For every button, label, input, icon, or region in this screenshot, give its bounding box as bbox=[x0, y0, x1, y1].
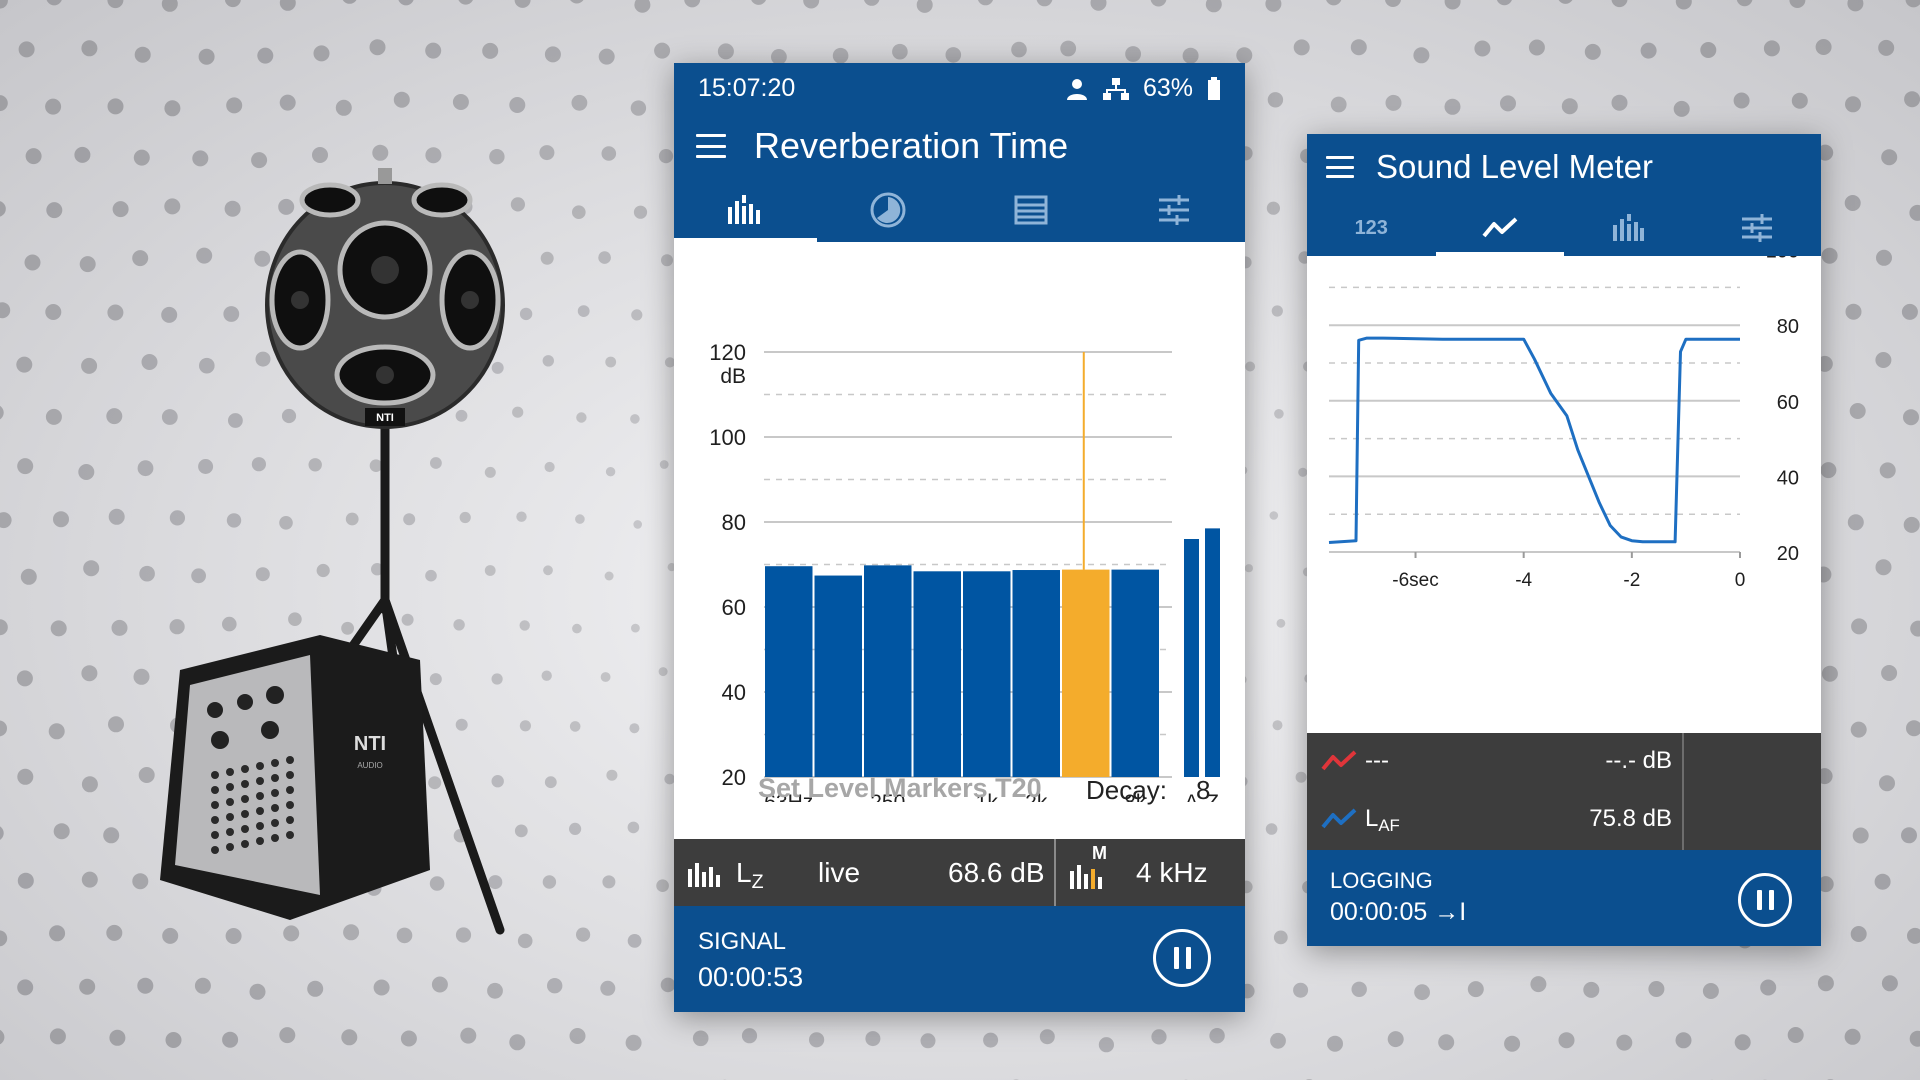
page-title: Reverberation Time bbox=[754, 125, 1069, 166]
y-tick-label: 80 bbox=[722, 510, 746, 535]
footer-label: LOGGING bbox=[1330, 868, 1433, 893]
marker-bars-icon[interactable] bbox=[1070, 861, 1102, 889]
menu-icon[interactable] bbox=[1326, 156, 1354, 178]
app-header: Sound Level Meter bbox=[1307, 134, 1821, 200]
footer-elapsed-time: 00:00:53 bbox=[698, 962, 804, 992]
battery-icon bbox=[1208, 76, 1220, 100]
status-time: 15:07:20 bbox=[698, 74, 796, 102]
power-amplifier: NTI AUDIO bbox=[160, 635, 430, 920]
readout-row[interactable]: --- --.- dB bbox=[1307, 733, 1682, 791]
readout-value: 75.8 dB bbox=[1589, 805, 1672, 832]
status-bar: 15:07:20 63% bbox=[674, 63, 1245, 114]
readout-name: LAF bbox=[1365, 805, 1400, 836]
level-bars-icon bbox=[688, 863, 720, 887]
y-tick-label: 20 bbox=[722, 765, 746, 790]
set-level-markers-label[interactable]: Set Level Markers T20 bbox=[758, 773, 1042, 804]
spectrum-bar bbox=[1012, 570, 1060, 777]
y-tick-label: 60 bbox=[1777, 392, 1799, 414]
tab-settings[interactable] bbox=[1102, 178, 1245, 242]
spectrum-bar bbox=[963, 571, 1011, 777]
divider bbox=[1054, 839, 1056, 906]
time-history-icon bbox=[1482, 217, 1518, 238]
decay-circle-icon bbox=[870, 192, 906, 228]
pause-button[interactable] bbox=[1153, 929, 1211, 987]
reverberation-time-panel: 15:07:20 63% Reverberation Time 20 40 60 80… bbox=[674, 63, 1245, 1012]
tab-numeric[interactable]: 123 bbox=[1307, 200, 1436, 256]
y-tick-label: 40 bbox=[1777, 467, 1799, 489]
y-tick-label: 20 bbox=[1777, 543, 1799, 565]
sliders-settings-icon bbox=[1158, 195, 1189, 225]
weighting-bar bbox=[1184, 539, 1199, 777]
amplifier-logo: NTI bbox=[354, 733, 386, 755]
sliders-settings-icon bbox=[1741, 214, 1772, 242]
user-icon bbox=[1066, 78, 1087, 100]
live-level-value: 68.6 dB bbox=[948, 857, 1045, 888]
trace-blue-icon bbox=[1321, 808, 1357, 829]
tab-decay[interactable] bbox=[817, 178, 960, 242]
x-tick-label: -6sec bbox=[1392, 570, 1438, 591]
decay-value[interactable]: 8 bbox=[1196, 775, 1210, 806]
weighting-bar bbox=[1205, 528, 1220, 777]
tab-table[interactable] bbox=[960, 178, 1103, 242]
readout-list: --- --.- dB LAF 75.8 dB bbox=[1307, 733, 1821, 850]
marker-frequency: 4 kHz bbox=[1136, 857, 1208, 888]
readout-value: --.- dB bbox=[1605, 747, 1672, 774]
spectrum-chart: 20406080100120dB63Hz2501k2k8kAZ bbox=[709, 340, 1220, 802]
y-tick-label: 60 bbox=[722, 595, 746, 620]
spectrum-bar bbox=[1111, 569, 1159, 777]
live-level-bar: LZ live 68.6 dB M 4 kHz bbox=[674, 839, 1245, 906]
app-header: Reverberation Time bbox=[674, 114, 1245, 178]
logging-footer: LOGGING 00:00:05 →I bbox=[1307, 850, 1821, 946]
time-history-chart: 20406080100120dB-6sec-4-20 bbox=[1328, 256, 1799, 591]
live-mode: live bbox=[818, 857, 861, 888]
decay-label: Decay: bbox=[1086, 775, 1167, 805]
x-tick-label: -4 bbox=[1515, 570, 1532, 591]
numeric-icon: 123 bbox=[1354, 216, 1388, 239]
tab-time-history[interactable] bbox=[1435, 200, 1565, 256]
spectrum-bar bbox=[913, 571, 961, 777]
bar-spectrum-icon bbox=[728, 195, 761, 224]
battery-percent: 63% bbox=[1142, 74, 1193, 102]
spectrum-bar bbox=[814, 575, 862, 777]
live-quantity[interactable]: LZ bbox=[736, 857, 764, 894]
readout-row[interactable]: LAF 75.8 dB bbox=[1307, 791, 1682, 849]
tab-settings[interactable] bbox=[1693, 200, 1822, 256]
signal-footer: SIGNAL 00:00:53 bbox=[674, 906, 1245, 1012]
y-tick-label: 80 bbox=[1777, 316, 1799, 338]
x-tick-label: -2 bbox=[1623, 570, 1640, 591]
sound-level-meter-panel: Sound Level Meter 123 20406080100120dB-6… bbox=[1307, 134, 1821, 946]
y-tick-label: 40 bbox=[722, 680, 746, 705]
dodecahedron-speaker: NTI bbox=[265, 168, 505, 429]
marker-badge: M bbox=[1092, 843, 1107, 863]
spectrum-bar bbox=[864, 565, 912, 777]
spectrum-bar bbox=[1062, 569, 1110, 777]
divider bbox=[1682, 733, 1684, 850]
y-tick-label: 120 bbox=[709, 340, 746, 365]
menu-icon[interactable] bbox=[696, 134, 726, 158]
tab-spectrum[interactable] bbox=[1564, 200, 1693, 256]
footer-elapsed-time: 00:00:05 →I bbox=[1330, 898, 1467, 926]
tab-spectrum[interactable] bbox=[674, 178, 817, 242]
log-marker-icon: →I bbox=[1434, 898, 1467, 926]
table-list-icon bbox=[1014, 195, 1048, 225]
pause-button[interactable] bbox=[1738, 873, 1792, 927]
y-unit-label: dB bbox=[720, 365, 746, 388]
y-tick-label: 100 bbox=[1766, 256, 1799, 263]
tab-bar bbox=[674, 178, 1245, 242]
y-tick-label: 100 bbox=[709, 425, 746, 450]
network-icon bbox=[1102, 77, 1129, 100]
page-title: Sound Level Meter bbox=[1376, 148, 1654, 185]
amplifier-logo-sub: AUDIO bbox=[357, 761, 382, 770]
spectrum-bar bbox=[765, 566, 813, 777]
x-tick-label: 0 bbox=[1735, 570, 1746, 591]
bar-spectrum-icon bbox=[1613, 214, 1645, 241]
laf-series-line bbox=[1328, 336, 1740, 544]
speaker-logo: NTI bbox=[376, 412, 394, 424]
tab-bar: 123 bbox=[1307, 200, 1821, 256]
readout-name: --- bbox=[1365, 747, 1389, 774]
footer-label: SIGNAL bbox=[698, 928, 787, 955]
trace-red-icon bbox=[1321, 750, 1357, 771]
dodecahedron-speaker-illustration: NTI NTI AUDIO bbox=[160, 168, 505, 935]
